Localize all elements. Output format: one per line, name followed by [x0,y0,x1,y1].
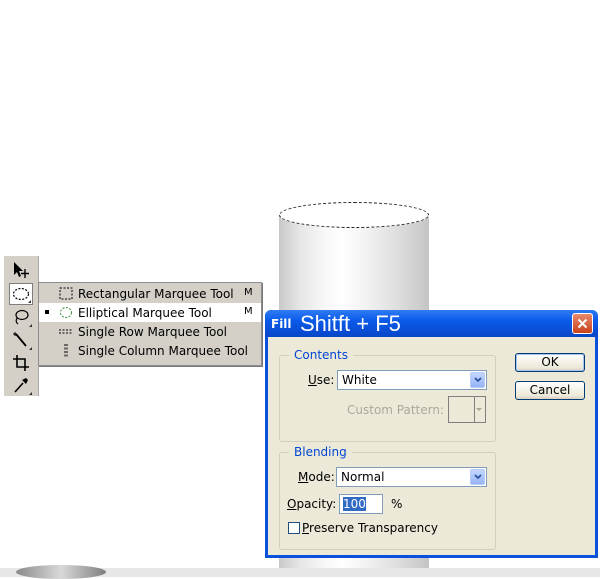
menu-item-elliptical-marquee[interactable]: Elliptical Marquee Tool M [39,303,261,322]
blending-group: Blending Mode: Normal Opacity: 100 % Pre… [279,445,496,550]
eyedropper-tool-button[interactable] [9,374,33,396]
ellipse-marquee-icon [60,307,72,318]
active-bullet-icon [45,310,49,314]
ellipse-marquee-icon [12,287,30,301]
mode-select-value: Normal [341,470,385,484]
single-row-marquee-icon [59,329,73,334]
shortcut-annotation: Shitft + F5 [300,311,401,336]
close-icon [577,318,588,329]
opacity-unit: % [391,497,403,511]
chevron-down-icon[interactable] [470,469,485,485]
custom-pattern-label: Custom Pattern: [347,403,445,417]
use-select[interactable]: White [337,370,487,390]
menu-item-label: Single Row Marquee Tool [78,325,228,339]
use-label: Use: [308,373,335,387]
opacity-input[interactable]: 100 [339,494,383,514]
preserve-transparency-checkbox[interactable] [288,522,300,534]
magic-wand-icon [13,332,27,347]
custom-pattern-picker [448,396,486,423]
eyedropper-icon [14,378,28,393]
dialog-client-area: Contents Use: White Custom Pattern: Blen… [268,337,595,555]
menu-item-shortcut: M [244,306,253,317]
ok-button[interactable]: OK [515,353,585,372]
menu-item-rectangular-marquee[interactable]: Rectangular Marquee Tool M [39,284,261,303]
chevron-down-icon [476,408,482,411]
pattern-picker-arrow [474,397,485,422]
menu-item-label: Rectangular Marquee Tool [78,287,234,301]
elliptical-marquee-tool-button[interactable] [9,283,33,305]
menu-item-label: Elliptical Marquee Tool [78,306,212,320]
menu-item-shortcut: M [244,287,253,298]
opacity-label: Opacity: [287,497,337,511]
dialog-title: Fill [271,317,292,331]
blending-legend: Blending [289,445,352,459]
crop-tool-button[interactable] [9,352,33,374]
elliptical-selection-marquee [279,202,429,228]
rect-marquee-icon [59,287,73,300]
contents-group: Contents Use: White Custom Pattern: [279,348,496,442]
toolbox-panel [4,256,39,396]
preserve-transparency-label[interactable]: Preserve Transparency [302,521,438,535]
marquee-tool-flyout-menu: Rectangular Marquee Tool M Elliptical Ma… [38,282,262,366]
close-button[interactable] [572,313,593,334]
crop-icon [13,355,29,371]
move-tool-button[interactable] [9,259,33,281]
opacity-value: 100 [343,497,366,511]
lasso-tool-button[interactable] [9,306,33,328]
chevron-down-icon[interactable] [470,372,485,388]
cancel-button[interactable]: Cancel [515,381,585,400]
magic-wand-tool-button[interactable] [9,329,33,351]
fill-dialog: Fill Shitft + F5 Contents Use: White Cus… [265,310,598,558]
menu-item-single-column-marquee[interactable]: Single Column Marquee Tool [39,341,261,360]
mode-select[interactable]: Normal [336,467,487,487]
contents-legend: Contents [289,348,353,362]
lasso-icon [15,309,29,325]
menu-item-label: Single Column Marquee Tool [78,344,249,358]
move-arrow-icon [14,262,29,278]
mode-label: Mode: [298,470,335,484]
menu-item-single-row-marquee[interactable]: Single Row Marquee Tool [39,322,261,341]
single-column-marquee-icon [64,344,68,357]
dialog-titlebar[interactable]: Fill Shitft + F5 [265,310,598,337]
use-select-value: White [342,373,377,387]
